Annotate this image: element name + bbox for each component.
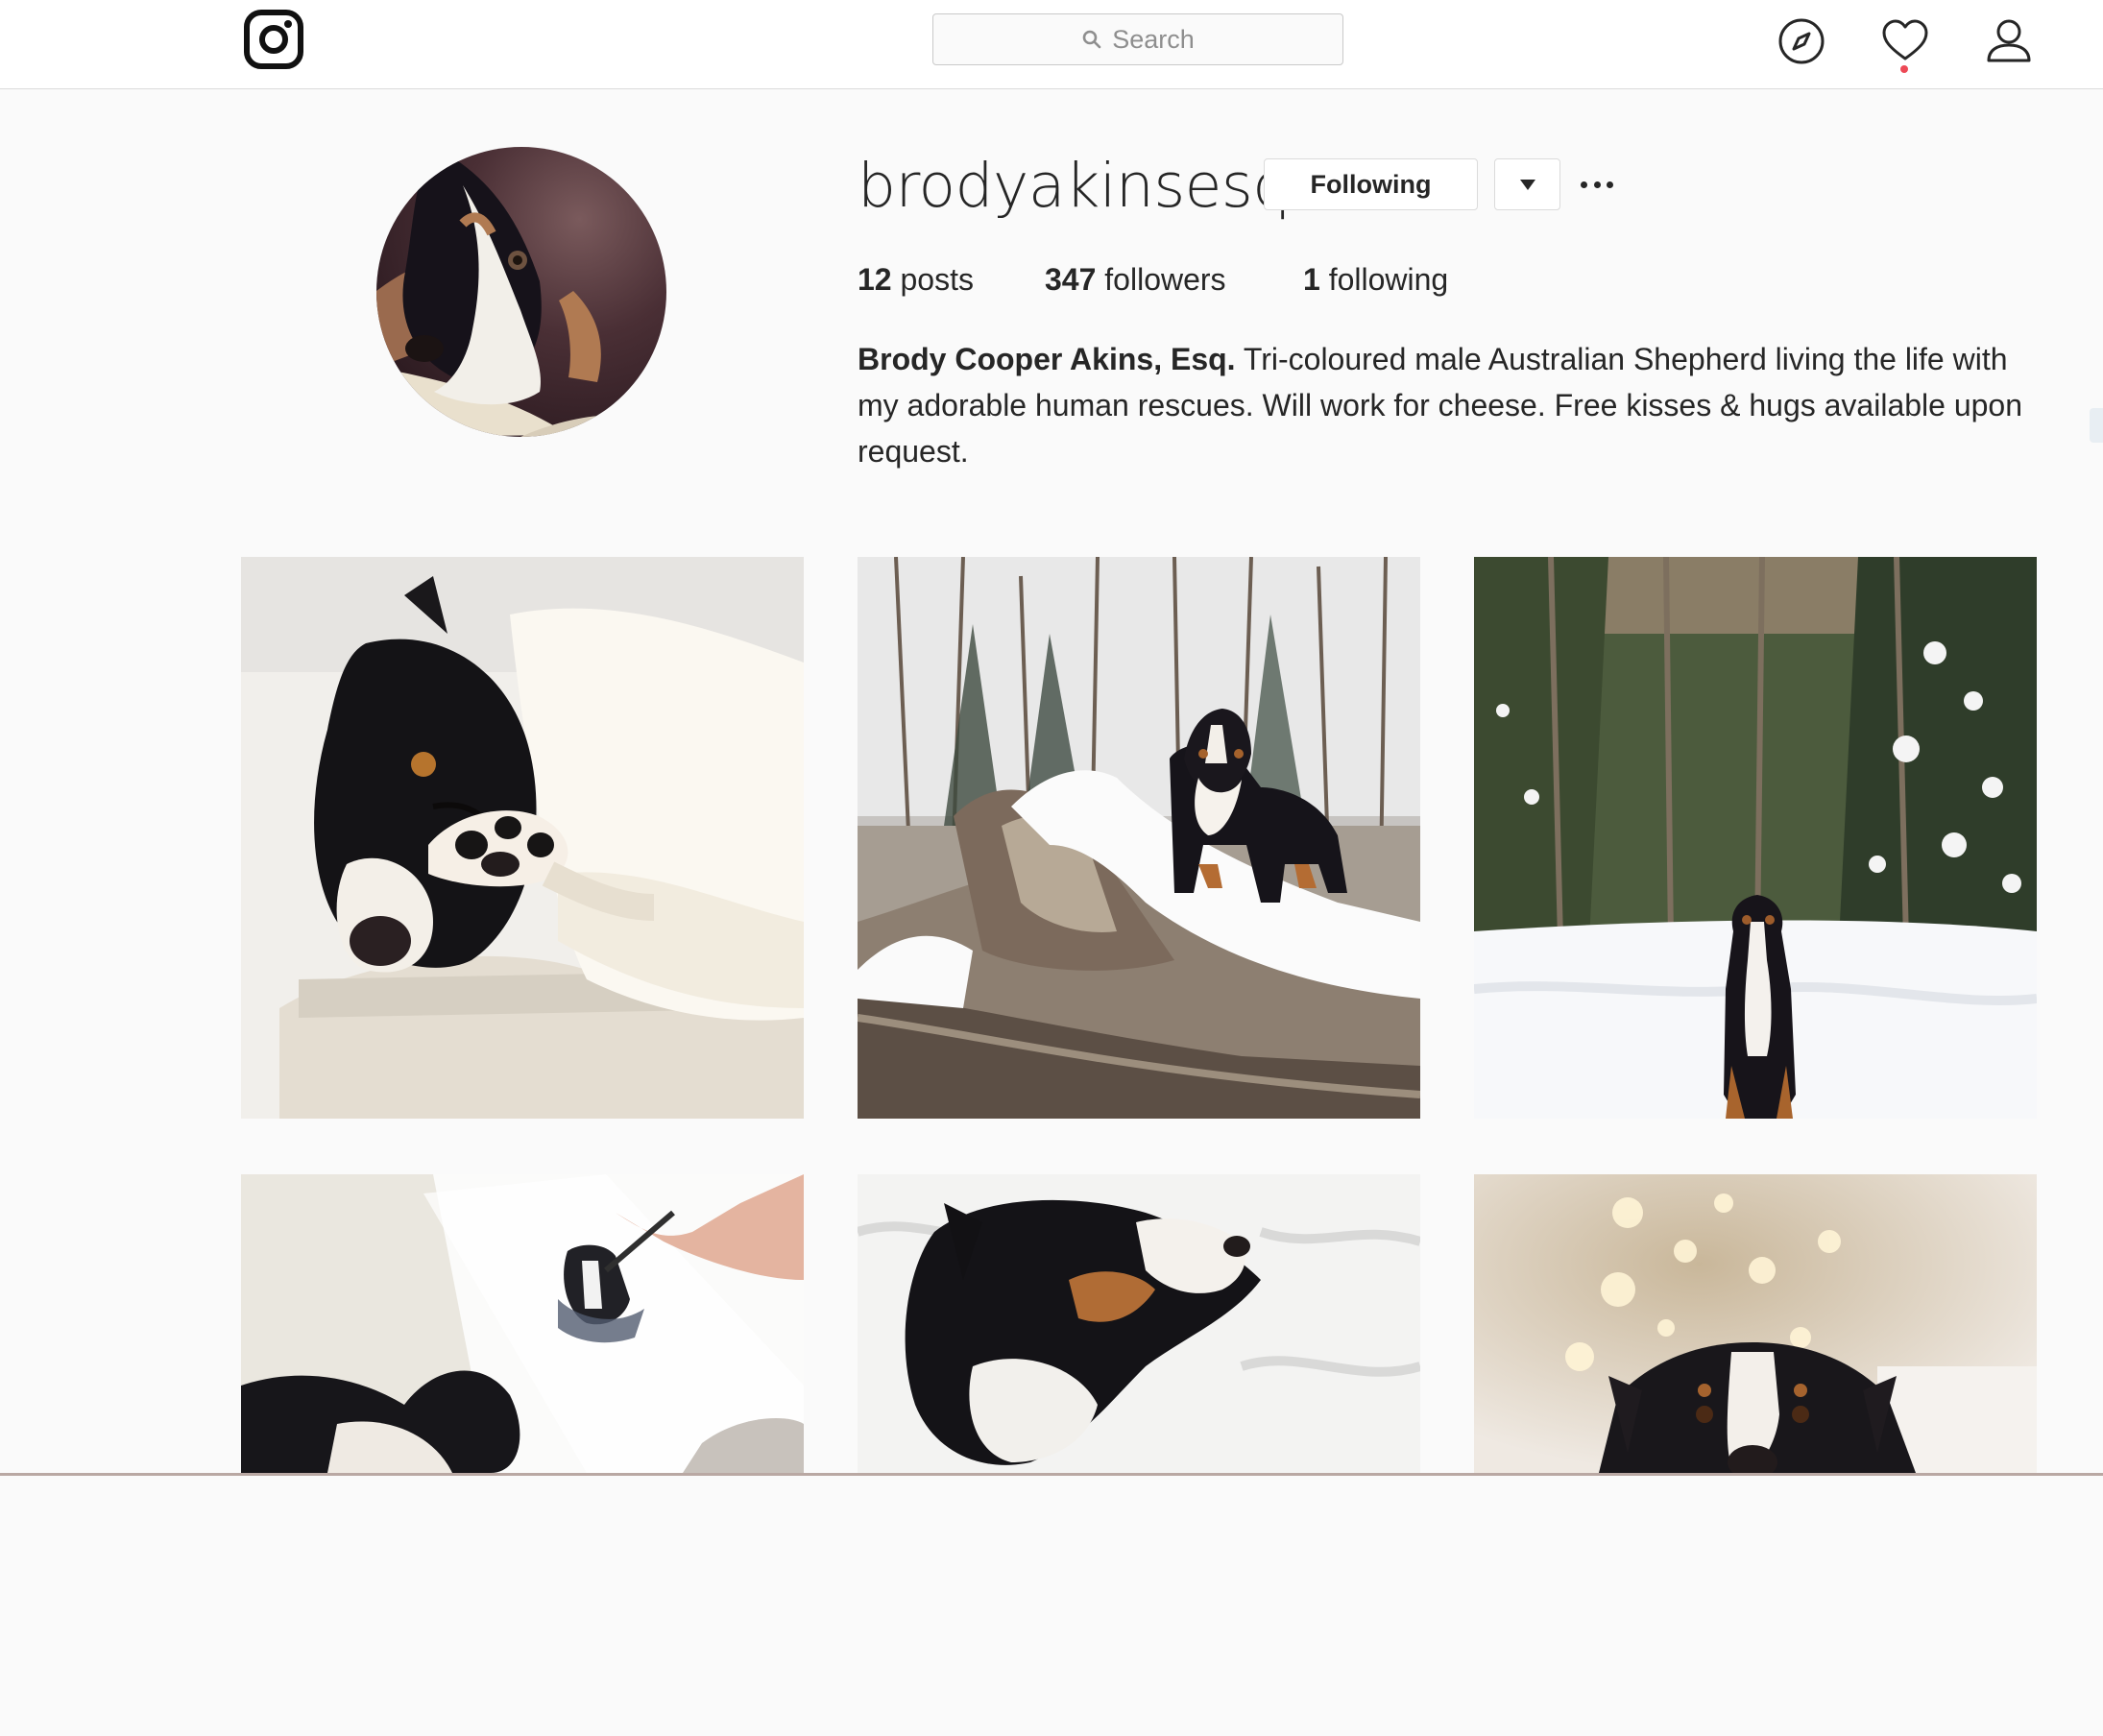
- following-stat[interactable]: 1 following: [1303, 257, 1448, 301]
- heart-icon[interactable]: [1879, 15, 1931, 67]
- profile-username: brodyakinsesq: [858, 151, 1291, 221]
- post-thumbnail-5[interactable]: [858, 1174, 1420, 1736]
- posts-label: posts: [891, 262, 974, 297]
- instagram-logo-icon[interactable]: [242, 8, 305, 71]
- post-thumbnail-6[interactable]: [1474, 1174, 2037, 1736]
- following-label: following: [1319, 262, 1449, 297]
- followers-count: 347: [1045, 262, 1097, 297]
- post-thumbnail-2[interactable]: [858, 557, 1420, 1119]
- caret-down-icon: [1519, 179, 1535, 190]
- posts-stat: 12 posts: [858, 257, 974, 301]
- profile-avatar[interactable]: [376, 147, 666, 437]
- profile-bio: Brody Cooper Akins, Esq. Tri-coloured ma…: [858, 336, 2048, 474]
- post-thumbnail-4[interactable]: [241, 1174, 804, 1736]
- more-options-button[interactable]: [1581, 173, 1613, 196]
- followers-stat[interactable]: 347 followers: [1045, 257, 1226, 301]
- search-input[interactable]: Search: [932, 13, 1343, 65]
- posts-count: 12: [858, 262, 892, 297]
- following-button[interactable]: Following: [1264, 158, 1478, 210]
- notification-dot: [1900, 65, 1908, 73]
- post-thumbnail-1[interactable]: [241, 557, 804, 1119]
- dot-icon: [1607, 181, 1613, 188]
- suggestions-dropdown-button[interactable]: [1494, 158, 1560, 210]
- search-icon: [1082, 30, 1101, 49]
- window-bottom-edge: [0, 1473, 2103, 1476]
- page-edge-handle: [2090, 408, 2103, 443]
- post-thumbnail-3[interactable]: [1474, 557, 2037, 1119]
- followers-label: followers: [1096, 262, 1226, 297]
- following-count: 1: [1303, 262, 1320, 297]
- top-nav-bar: Search: [0, 0, 2103, 89]
- dot-icon: [1593, 181, 1601, 188]
- profile-full-name: Brody Cooper Akins, Esq.: [858, 342, 1236, 376]
- search-placeholder: Search: [1112, 24, 1195, 54]
- user-icon[interactable]: [1983, 15, 2035, 67]
- dot-icon: [1581, 181, 1587, 188]
- compass-icon[interactable]: [1776, 15, 1827, 67]
